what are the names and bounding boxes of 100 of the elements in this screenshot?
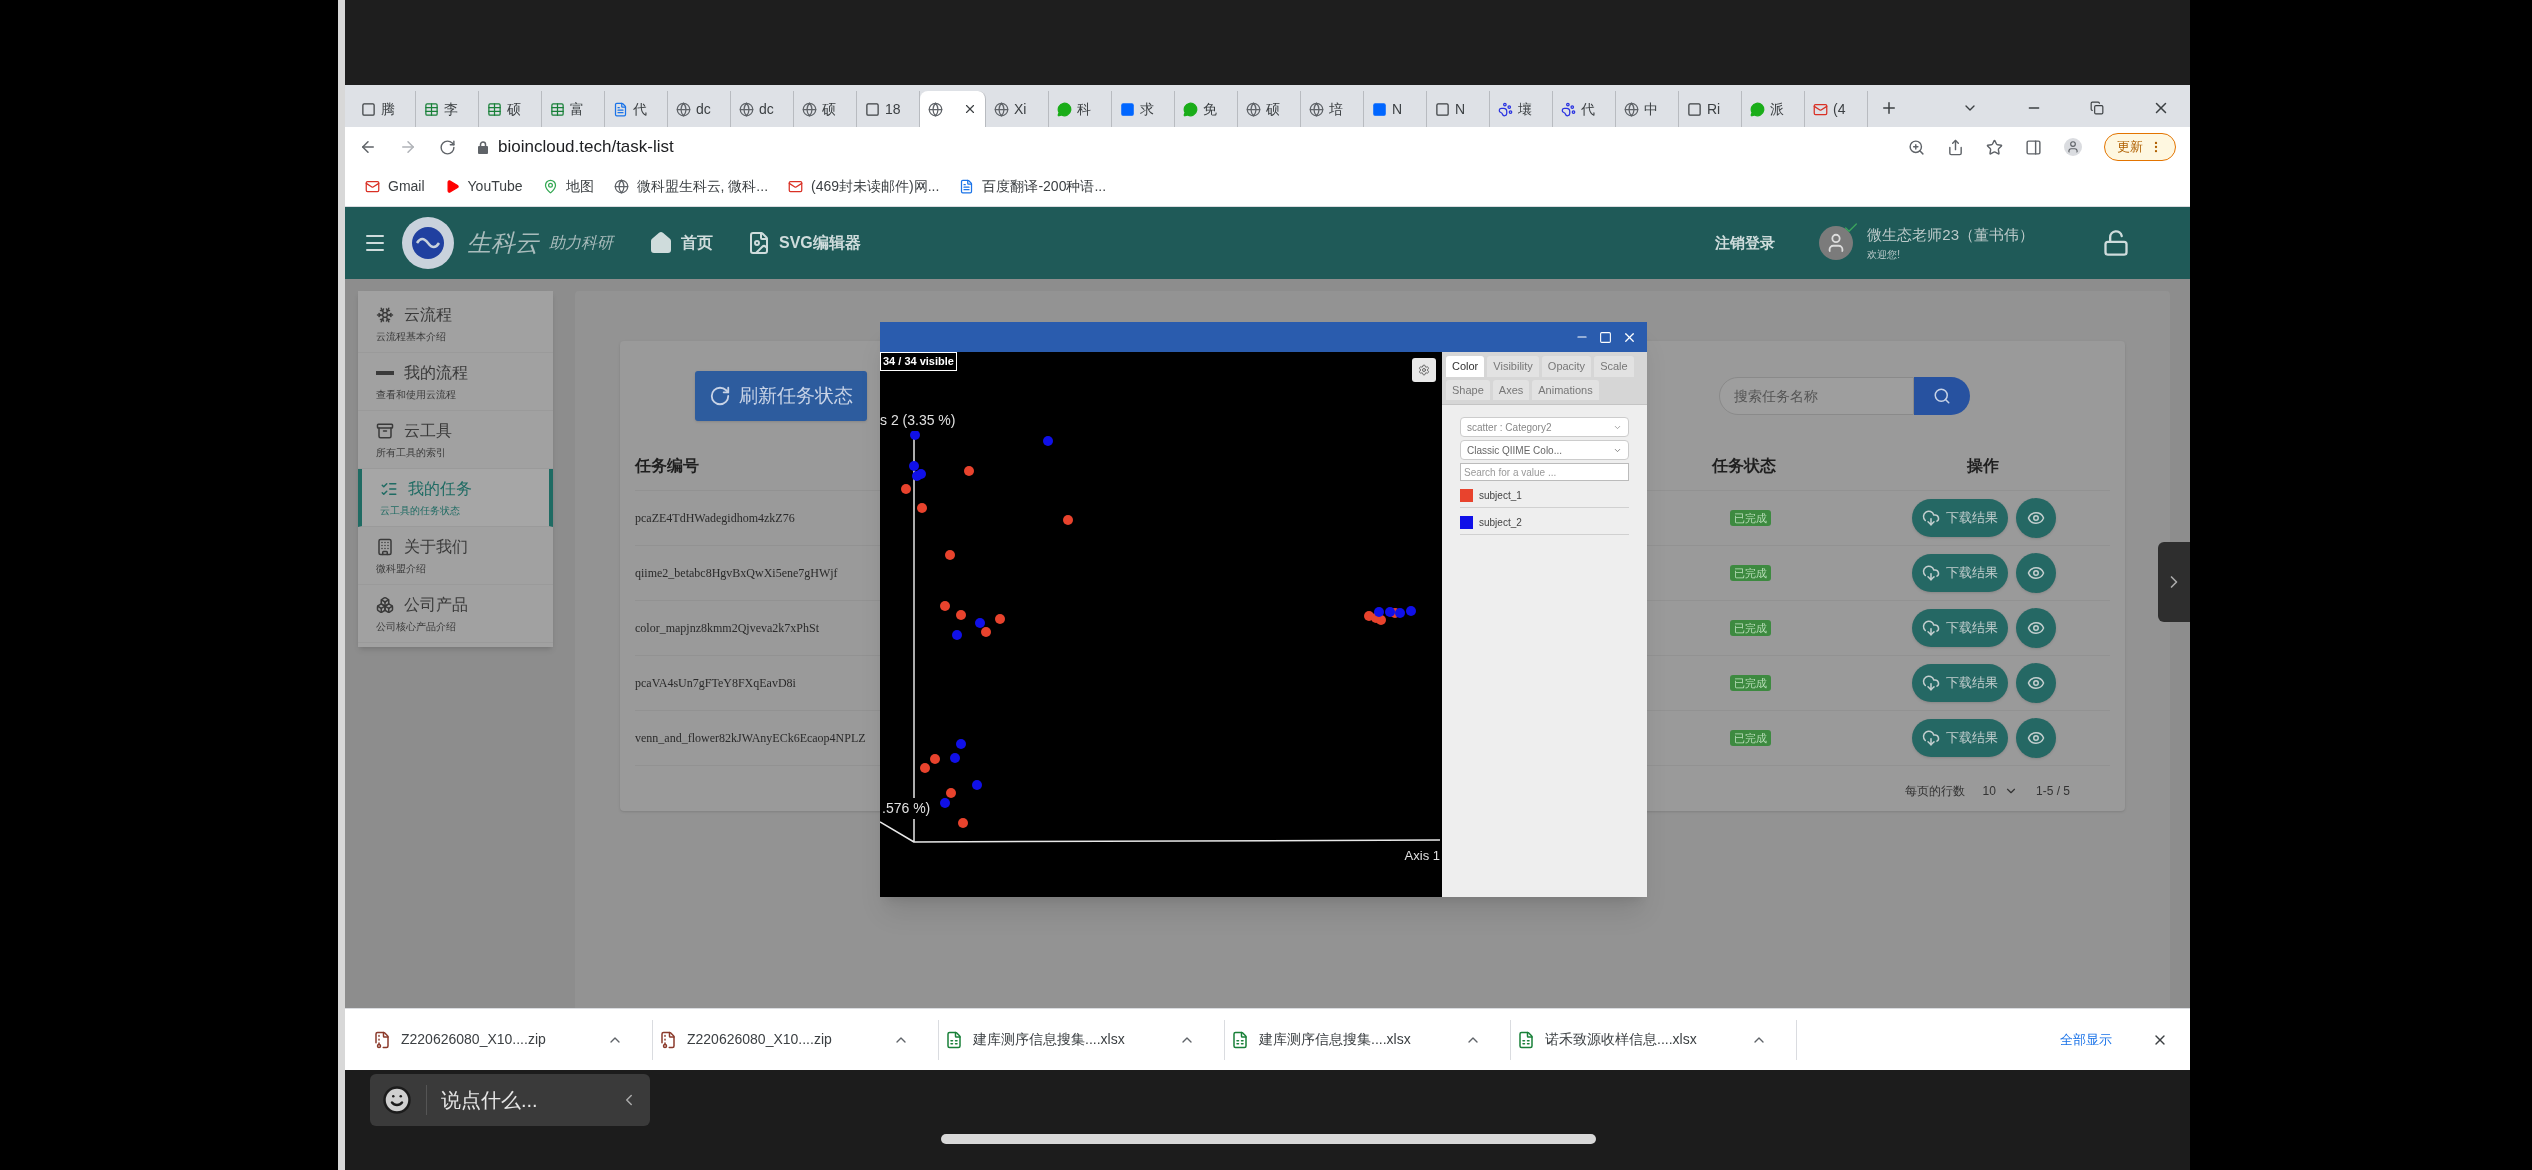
nav-link[interactable]: 首页 (681, 231, 713, 255)
tab-label: 代 (1581, 99, 1595, 119)
browser-tab[interactable]: N (1427, 91, 1490, 127)
update-button[interactable]: 更新 (2104, 133, 2176, 161)
view-button[interactable] (2016, 553, 2056, 593)
side-panel-icon[interactable] (2025, 138, 2042, 156)
browser-tab[interactable]: 派 (1742, 91, 1805, 127)
browser-tab[interactable]: 中 (1616, 91, 1679, 127)
color-swatch[interactable] (1460, 489, 1473, 502)
sidebar-item[interactable]: 公司产品 公司核心产品介绍 (358, 585, 553, 643)
download-button[interactable]: 下载结果 (1912, 719, 2008, 757)
bookmark-item[interactable]: (469封未读邮件)网... (788, 176, 940, 197)
view-button[interactable] (2016, 663, 2056, 703)
browser-tab[interactable]: N (1364, 91, 1427, 127)
browser-tab[interactable]: 科 (1049, 91, 1112, 127)
download-item[interactable]: 建库测序信息搜集....xlsx (939, 1019, 1225, 1060)
mail-icon (365, 179, 380, 194)
url-text[interactable]: bioincloud.tech/task-list (498, 134, 674, 160)
download-item[interactable]: Z220626080_X10....zip (653, 1019, 939, 1060)
download-button[interactable]: 下载结果 (1912, 554, 2008, 592)
panel-tab[interactable]: Animations (1532, 379, 1599, 400)
maximize-icon[interactable] (1599, 330, 1612, 344)
bookmark-star-icon[interactable] (1986, 138, 2003, 156)
comment-bar[interactable]: 说点什么... (370, 1074, 650, 1126)
sidebar-title: 云工具 (404, 421, 452, 441)
back-icon[interactable] (359, 138, 377, 156)
panel-tab[interactable]: Axes (1492, 379, 1530, 400)
download-button[interactable]: 下载结果 (1912, 609, 2008, 647)
zoom-icon[interactable] (1908, 138, 1925, 156)
settings-icon (1418, 364, 1430, 376)
view-button[interactable] (2016, 608, 2056, 648)
browser-tab[interactable]: 培 (1301, 91, 1364, 127)
browser-tab[interactable]: 富 (542, 91, 605, 127)
value-search-field[interactable]: Search for a value ... (1460, 463, 1629, 481)
panel-tab[interactable]: Color (1446, 356, 1485, 377)
bookmark-item[interactable]: 百度翻译-200种语... (959, 176, 1107, 197)
download-item[interactable]: 诺禾致源收样信息....xlsx (1511, 1019, 1797, 1060)
download-button[interactable]: 下载结果 (1912, 664, 2008, 702)
browser-tab[interactable]: (4 (1805, 91, 1868, 127)
browser-tab[interactable]: 求 (1112, 91, 1175, 127)
globe-icon (676, 101, 691, 117)
panel-tab[interactable]: Scale (1594, 356, 1634, 377)
browser-tab[interactable]: 硕 (794, 91, 857, 127)
reload-icon[interactable] (439, 138, 456, 156)
browser-tab[interactable]: 腾 (353, 91, 416, 127)
tab-label: 壤 (1518, 99, 1532, 119)
nav-link[interactable]: SVG编辑器 (779, 231, 861, 255)
sidebar-item[interactable]: 我的流程 查看和使用云流程 (358, 353, 553, 411)
refresh-button[interactable]: 刷新任务状态 (695, 371, 867, 421)
panel-tab[interactable]: Visibility (1487, 356, 1539, 377)
view-button[interactable] (2016, 498, 2056, 538)
bookmark-item[interactable]: 地图 (542, 176, 594, 197)
sidebar-item[interactable]: 云流程 云流程基本介绍 (358, 295, 553, 353)
show-all-link[interactable]: 全部显示 (2060, 1029, 2112, 1050)
rows-per-page-label: 每页的行数 (1904, 783, 1965, 800)
tab-label: 免 (1203, 99, 1217, 119)
bookmark-item[interactable]: YouTube (444, 176, 523, 197)
color-by-select[interactable]: scatter : Category2 (1460, 417, 1629, 437)
share-icon[interactable] (1947, 138, 1964, 156)
download-item[interactable]: 建库测序信息搜集....xlsx (1225, 1019, 1511, 1060)
browser-tab[interactable]: 李 (416, 91, 479, 127)
list-icon (380, 480, 398, 498)
logout-link[interactable]: 注销登录 (1715, 231, 1776, 255)
browser-tab[interactable]: Xi (986, 91, 1049, 127)
lock-icon[interactable] (2102, 229, 2130, 257)
tab-label: 科 (1077, 99, 1091, 119)
browser-tab[interactable]: Ri (1679, 91, 1742, 127)
browser-tab[interactable]: dc (731, 91, 794, 127)
download-item[interactable]: Z220626080_X10....zip (367, 1019, 653, 1060)
browser-tab[interactable]: 壤 (1490, 91, 1553, 127)
download-name: 诺禾致源收样信息....xlsx (1545, 1030, 1698, 1049)
rows-per-page-select[interactable]: 10 (1982, 782, 2018, 800)
restore-icon[interactable] (2090, 101, 2104, 115)
download-button[interactable]: 下载结果 (1912, 499, 2008, 537)
bookmark-item[interactable]: 微科盟生科云, 微科... (613, 176, 769, 197)
search-button[interactable] (1914, 377, 1970, 415)
settings-button[interactable] (1412, 358, 1436, 382)
browser-tab[interactable]: 硕 (479, 91, 542, 127)
browser-tab[interactable]: 代 (605, 91, 668, 127)
color-swatch[interactable] (1460, 516, 1473, 529)
search-field[interactable]: 搜索任务名称 (1719, 377, 1914, 415)
browser-tab[interactable]: 代 (1553, 91, 1616, 127)
browser-tab[interactable]: 硕 (1238, 91, 1301, 127)
browser-tab[interactable]: dc (668, 91, 731, 127)
close-icon[interactable] (963, 102, 977, 116)
new-tab-icon[interactable] (1880, 99, 1898, 117)
data-point (1385, 607, 1395, 617)
panel-tab[interactable]: Opacity (1541, 356, 1592, 377)
data-point (950, 753, 960, 763)
colormap-select[interactable]: Classic QIIME Colo... (1460, 440, 1629, 460)
browser-tab[interactable]: 免 (1175, 91, 1238, 127)
sidebar-item[interactable]: 关于我们 微科盟介绍 (358, 527, 553, 585)
panel-tab[interactable]: Shape (1446, 379, 1490, 400)
browser-tab[interactable] (920, 91, 986, 127)
tab-label: Xi (1014, 99, 1027, 119)
side-drawer-handle[interactable] (2158, 542, 2190, 622)
data-point (945, 550, 955, 560)
view-button[interactable] (2016, 718, 2056, 758)
profile-icon[interactable] (2064, 138, 2082, 156)
bookmark-item[interactable]: Gmail (365, 176, 425, 197)
